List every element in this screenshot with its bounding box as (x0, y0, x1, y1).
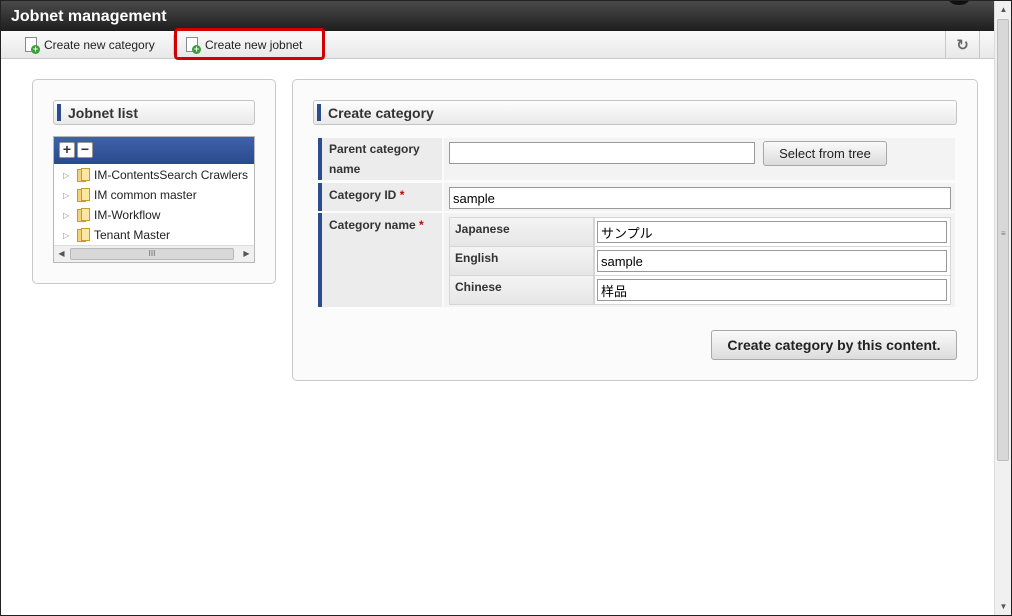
new-document-icon: + (25, 37, 40, 54)
folder-icon (77, 228, 91, 242)
scroll-left-icon[interactable]: ◀ (54, 246, 69, 262)
create-new-category-label: Create new category (44, 38, 155, 52)
language-label-japanese: Japanese (449, 217, 594, 247)
parent-category-label-text: Parent category name (329, 142, 420, 176)
toolbar: + Create new category + Create new jobne… (1, 31, 994, 59)
highlight-box (174, 28, 325, 60)
tree-item-label: IM-Workflow (94, 208, 161, 222)
scrollbar-thumb[interactable]: III (70, 248, 234, 260)
select-from-tree-label: Select from tree (779, 146, 871, 161)
collapse-all-button[interactable]: − (77, 142, 93, 158)
expand-arrow-icon[interactable]: ▷ (63, 211, 71, 220)
category-id-label: Category ID * (318, 183, 442, 211)
tree-item[interactable]: ▷ IM common master (54, 185, 254, 205)
select-from-tree-button[interactable]: Select from tree (763, 141, 887, 166)
window-control (946, 1, 972, 5)
folder-icon (77, 208, 91, 222)
refresh-button[interactable]: ↻ (945, 31, 980, 59)
language-label-english: English (449, 246, 594, 276)
tree-toolbar: + − (54, 137, 254, 164)
create-category-submit-button[interactable]: Create category by this content. (711, 330, 957, 360)
expand-arrow-icon[interactable]: ▷ (63, 171, 71, 180)
title-bar: Jobnet management (1, 1, 994, 31)
tree-horizontal-scrollbar[interactable]: ◀ III ▶ (54, 245, 254, 262)
category-name-label-text: Category name (329, 218, 416, 232)
category-id-input[interactable] (449, 187, 951, 209)
expand-arrow-icon[interactable]: ▷ (63, 231, 71, 240)
create-category-submit-label: Create category by this content. (727, 337, 941, 353)
scroll-right-icon[interactable]: ▶ (239, 246, 254, 262)
scroll-down-icon[interactable]: ▼ (995, 598, 1011, 615)
expand-arrow-icon[interactable]: ▷ (63, 191, 71, 200)
required-mark: * (399, 188, 405, 202)
jobnet-list-header: Jobnet list (53, 100, 255, 125)
create-new-category-button[interactable]: + Create new category (19, 34, 161, 56)
app-window: Jobnet management + Create new category … (0, 0, 1012, 616)
language-label-chinese: Chinese (449, 275, 594, 305)
scrollbar-grip: III (148, 249, 156, 258)
create-category-header: Create category (313, 100, 957, 125)
parent-category-input[interactable] (449, 142, 755, 164)
window-title: Jobnet management (11, 8, 167, 25)
category-id-label-text: Category ID (329, 188, 397, 202)
jobnet-tree: + − ▷ IM-ContentsSearch Crawlers ▷ IM co… (53, 136, 255, 263)
category-name-japanese-input[interactable] (597, 221, 947, 243)
parent-category-label: Parent category name (318, 138, 442, 180)
category-name-english-input[interactable] (597, 250, 947, 272)
create-category-title: Create category (328, 105, 434, 121)
tree-item-label: IM common master (94, 188, 197, 202)
language-label-text: Chinese (455, 280, 502, 294)
scroll-up-icon[interactable]: ▲ (995, 1, 1011, 18)
category-name-label: Category name * (318, 213, 442, 307)
tree-item[interactable]: ▷ IM-ContentsSearch Crawlers (54, 165, 254, 185)
language-label-text: Japanese (455, 222, 510, 236)
vertical-scrollbar[interactable]: ▲ ≡ ▼ (994, 1, 1011, 615)
jobnet-list-title: Jobnet list (68, 105, 139, 121)
required-mark: * (419, 218, 424, 232)
tree-item-label: IM-ContentsSearch Crawlers (94, 168, 249, 182)
language-label-text: English (455, 251, 499, 265)
vertical-scrollbar-thumb[interactable]: ≡ (997, 19, 1009, 461)
scrollbar-grip-icon: ≡ (1001, 229, 1006, 238)
refresh-icon: ↻ (956, 37, 969, 54)
tree-item[interactable]: ▷ IM-Workflow (54, 205, 254, 225)
folder-icon (77, 168, 91, 182)
category-name-chinese-input[interactable] (597, 279, 947, 301)
tree-item[interactable]: ▷ Tenant Master (54, 225, 254, 245)
folder-icon (77, 188, 91, 202)
tree-item-label: Tenant Master (94, 228, 171, 242)
expand-all-button[interactable]: + (59, 142, 75, 158)
